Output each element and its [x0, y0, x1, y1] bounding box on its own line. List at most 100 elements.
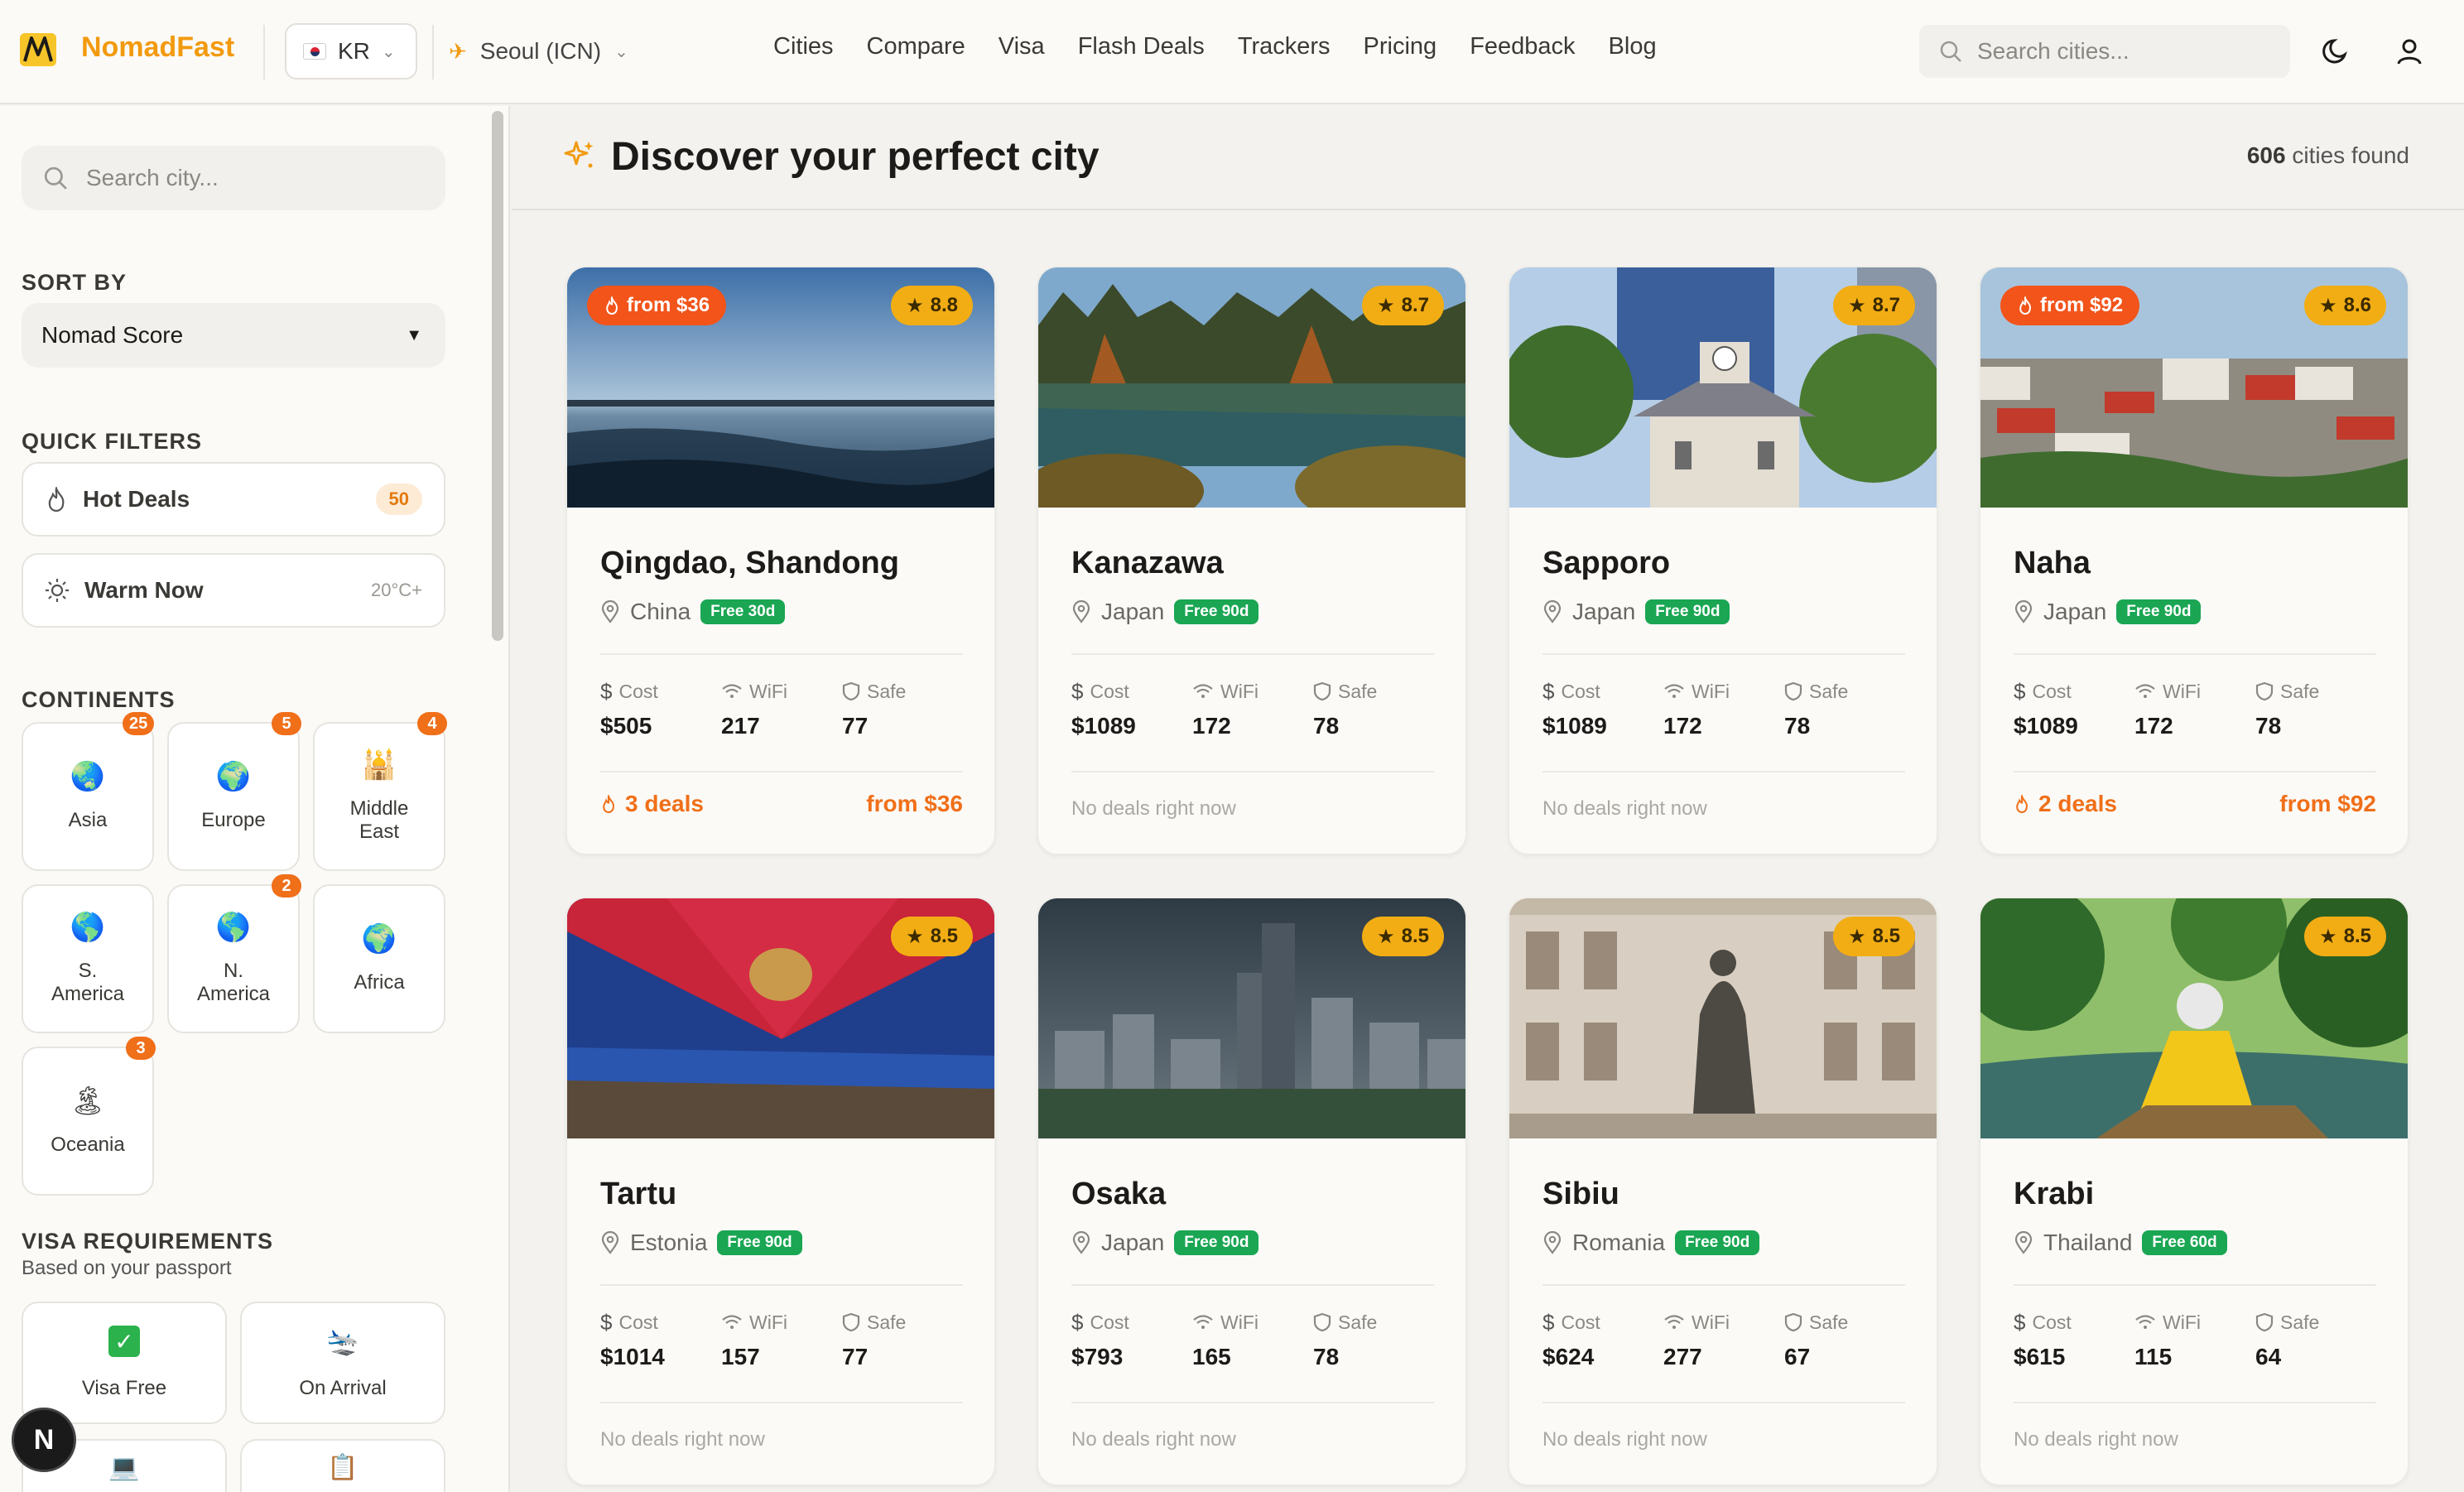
city-stats: $ Cost $1089 WiFi 172 Safe 78 — [1071, 678, 1434, 739]
safety-stat: Safe 67 — [1784, 1309, 1905, 1370]
country-row: Japan Free 90d — [1071, 599, 1259, 625]
visa-free-filter[interactable]: ✓ Visa Free — [22, 1302, 227, 1424]
city-search-input[interactable]: Search city... — [22, 146, 445, 210]
theme-toggle-button[interactable] — [2318, 33, 2355, 70]
korea-flag-icon — [303, 43, 326, 60]
nav-flash-deals[interactable]: Flash Deals — [1078, 33, 1205, 60]
safety-stat: Safe 64 — [2255, 1309, 2376, 1370]
city-card[interactable]: ★ 8.7 Sapporo Japan Free 90d $ Cost $1089 WiFi 17… — [1509, 267, 1937, 854]
continent-north-america[interactable]: 2 🌎 N. America — [167, 874, 301, 1033]
continent-africa[interactable]: 🌍 Africa — [313, 884, 445, 1033]
sort-select[interactable]: Nomad Score ▼ — [22, 303, 445, 368]
wifi-stat: WiFi 217 — [721, 678, 842, 739]
logo-icon[interactable] — [20, 33, 56, 66]
nav-blog[interactable]: Blog — [1609, 33, 1657, 60]
city-card[interactable]: from $92 ★ 8.6 Naha Japan Free 90d $ Cost $1089 W… — [1980, 267, 2409, 854]
map-pin-icon — [1543, 600, 1562, 623]
wifi-stat: WiFi 172 — [1192, 678, 1313, 739]
deal-price-badge: from $92 — [2000, 286, 2140, 325]
filter-warm-now[interactable]: Warm Now 20°C+ — [22, 553, 445, 628]
safety-stat: Safe 78 — [1313, 678, 1434, 739]
visa-subheading: Based on your passport — [22, 1257, 232, 1279]
map-pin-icon — [1543, 1231, 1562, 1254]
country-selector[interactable]: KR ⌄ — [285, 23, 417, 79]
no-deals-text: No deals right now — [1071, 1428, 1236, 1451]
results-suffix: cities found — [2292, 142, 2409, 168]
sun-icon — [46, 579, 69, 602]
search-icon — [44, 166, 67, 190]
score-value: 8.5 — [930, 925, 958, 947]
divider — [2014, 771, 2376, 772]
map-pin-icon — [2014, 600, 2033, 623]
continent-south-america[interactable]: 🌎 S. America — [22, 884, 154, 1033]
nav-trackers[interactable]: Trackers — [1238, 33, 1331, 60]
city-card[interactable]: ★ 8.5 Krabi Thailand Free 60d $ Cost $615 WiFi 11… — [1980, 898, 2409, 1485]
deals-count: 2 deals — [2038, 791, 2117, 816]
city-card[interactable]: ★ 8.5 Sibiu Romania Free 90d $ Cost $624 WiFi 277… — [1509, 898, 1937, 1485]
continent-count-badge: 4 — [417, 712, 447, 735]
account-button[interactable] — [2391, 33, 2428, 70]
city-stats: $ Cost $793 WiFi 165 Safe 78 — [1071, 1309, 1434, 1370]
visa-badge: Free 90d — [717, 1230, 802, 1255]
brand-name[interactable]: NomadFast — [81, 31, 234, 64]
city-card[interactable]: ★ 8.5 Tartu Estonia Free 90d $ Cost $1014 WiFi 15… — [566, 898, 995, 1485]
cost-value: $1089 — [1542, 713, 1607, 739]
filter-sidebar: Search city... SORT BY Nomad Score ▼ QUI… — [0, 106, 510, 1492]
country-code: KR — [338, 38, 370, 64]
city-name: Naha — [2014, 546, 2091, 580]
city-name: Kanazawa — [1071, 546, 1224, 580]
score-value: 8.7 — [1872, 294, 1900, 316]
dev-tools-badge[interactable]: N — [12, 1408, 76, 1472]
country-name: Romania — [1572, 1230, 1666, 1255]
shield-icon — [2255, 1312, 2274, 1332]
continent-europe[interactable]: 5 🌍 Europe — [167, 712, 301, 871]
visa-badge: Free 90d — [1675, 1230, 1760, 1255]
filter-hot-deals[interactable]: Hot Deals 50 — [22, 462, 445, 537]
deal-price-badge: from $36 — [587, 286, 727, 325]
cost-stat: $ Cost $1089 — [1542, 678, 1663, 739]
stat-label: WiFi — [1692, 680, 1730, 702]
nav-cities[interactable]: Cities — [773, 33, 834, 60]
nav-pricing[interactable]: Pricing — [1364, 33, 1437, 60]
deals-row[interactable]: 2 deals from $92 — [2014, 791, 2376, 817]
visa-badge: Free 90d — [1645, 599, 1730, 624]
continent-asia[interactable]: 25 🌏 Asia — [22, 712, 155, 871]
top-navbar: NomadFast KR ⌄ ✈ Seoul (ICN) ⌄ Cities Co… — [0, 0, 2464, 104]
warm-now-hint: 20°C+ — [370, 580, 422, 600]
hot-deals-count: 50 — [375, 484, 422, 515]
country-row: China Free 30d — [600, 599, 786, 625]
nav-compare[interactable]: Compare — [867, 33, 965, 60]
main-nav: Cities Compare Visa Flash Deals Trackers… — [773, 33, 1657, 60]
results-count: 606 cities found — [2247, 142, 2409, 169]
home-airport-selector[interactable]: ✈ Seoul (ICN) ⌄ — [449, 23, 628, 79]
sidebar-scrollbar[interactable] — [492, 111, 503, 641]
wifi-icon — [722, 684, 742, 698]
top-search-placeholder: Search cities... — [1977, 38, 2130, 64]
continent-oceania[interactable]: 3 🏝 Oceania — [22, 1037, 156, 1196]
city-name: Tartu — [600, 1177, 677, 1211]
stat-label: Safe — [867, 680, 907, 702]
wifi-icon — [2135, 1315, 2155, 1329]
top-search-input[interactable]: Search cities... — [1919, 25, 2290, 78]
safety-stat: Safe 77 — [842, 1309, 963, 1370]
continent-middle-east[interactable]: 4 🕌 Middle East — [313, 712, 447, 871]
cost-value: $624 — [1542, 1344, 1595, 1369]
nav-feedback[interactable]: Feedback — [1470, 33, 1575, 60]
city-card[interactable]: ★ 8.5 Osaka Japan Free 90d $ Cost $793 WiFi 165 Sa… — [1037, 898, 1466, 1485]
city-card[interactable]: from $36 ★ 8.8 Qingdao, Shandong China Free 3… — [566, 267, 995, 854]
score-value: 8.5 — [1401, 925, 1429, 947]
country-row: Japan Free 90d — [2014, 599, 2202, 625]
visa-on-arrival-filter[interactable]: 🛬 On Arrival — [240, 1302, 445, 1424]
cost-stat: $ Cost $1089 — [1071, 678, 1192, 739]
nav-visa[interactable]: Visa — [999, 33, 1045, 60]
shield-icon — [1784, 1312, 1802, 1332]
city-card[interactable]: ★ 8.7 Kanazawa Japan Free 90d $ Cost $1089 WiFi 1… — [1037, 267, 1466, 854]
stat-label: Safe — [1338, 1311, 1378, 1333]
wifi-icon — [1193, 684, 1213, 698]
country-row: Estonia Free 90d — [600, 1230, 802, 1256]
moon-icon — [2322, 39, 2347, 64]
visa-option-card[interactable]: 📋 — [240, 1439, 445, 1492]
deals-row[interactable]: 3 deals from $36 — [600, 791, 963, 817]
country-row: Japan Free 90d — [1071, 1230, 1259, 1256]
star-icon: ★ — [1377, 925, 1395, 948]
